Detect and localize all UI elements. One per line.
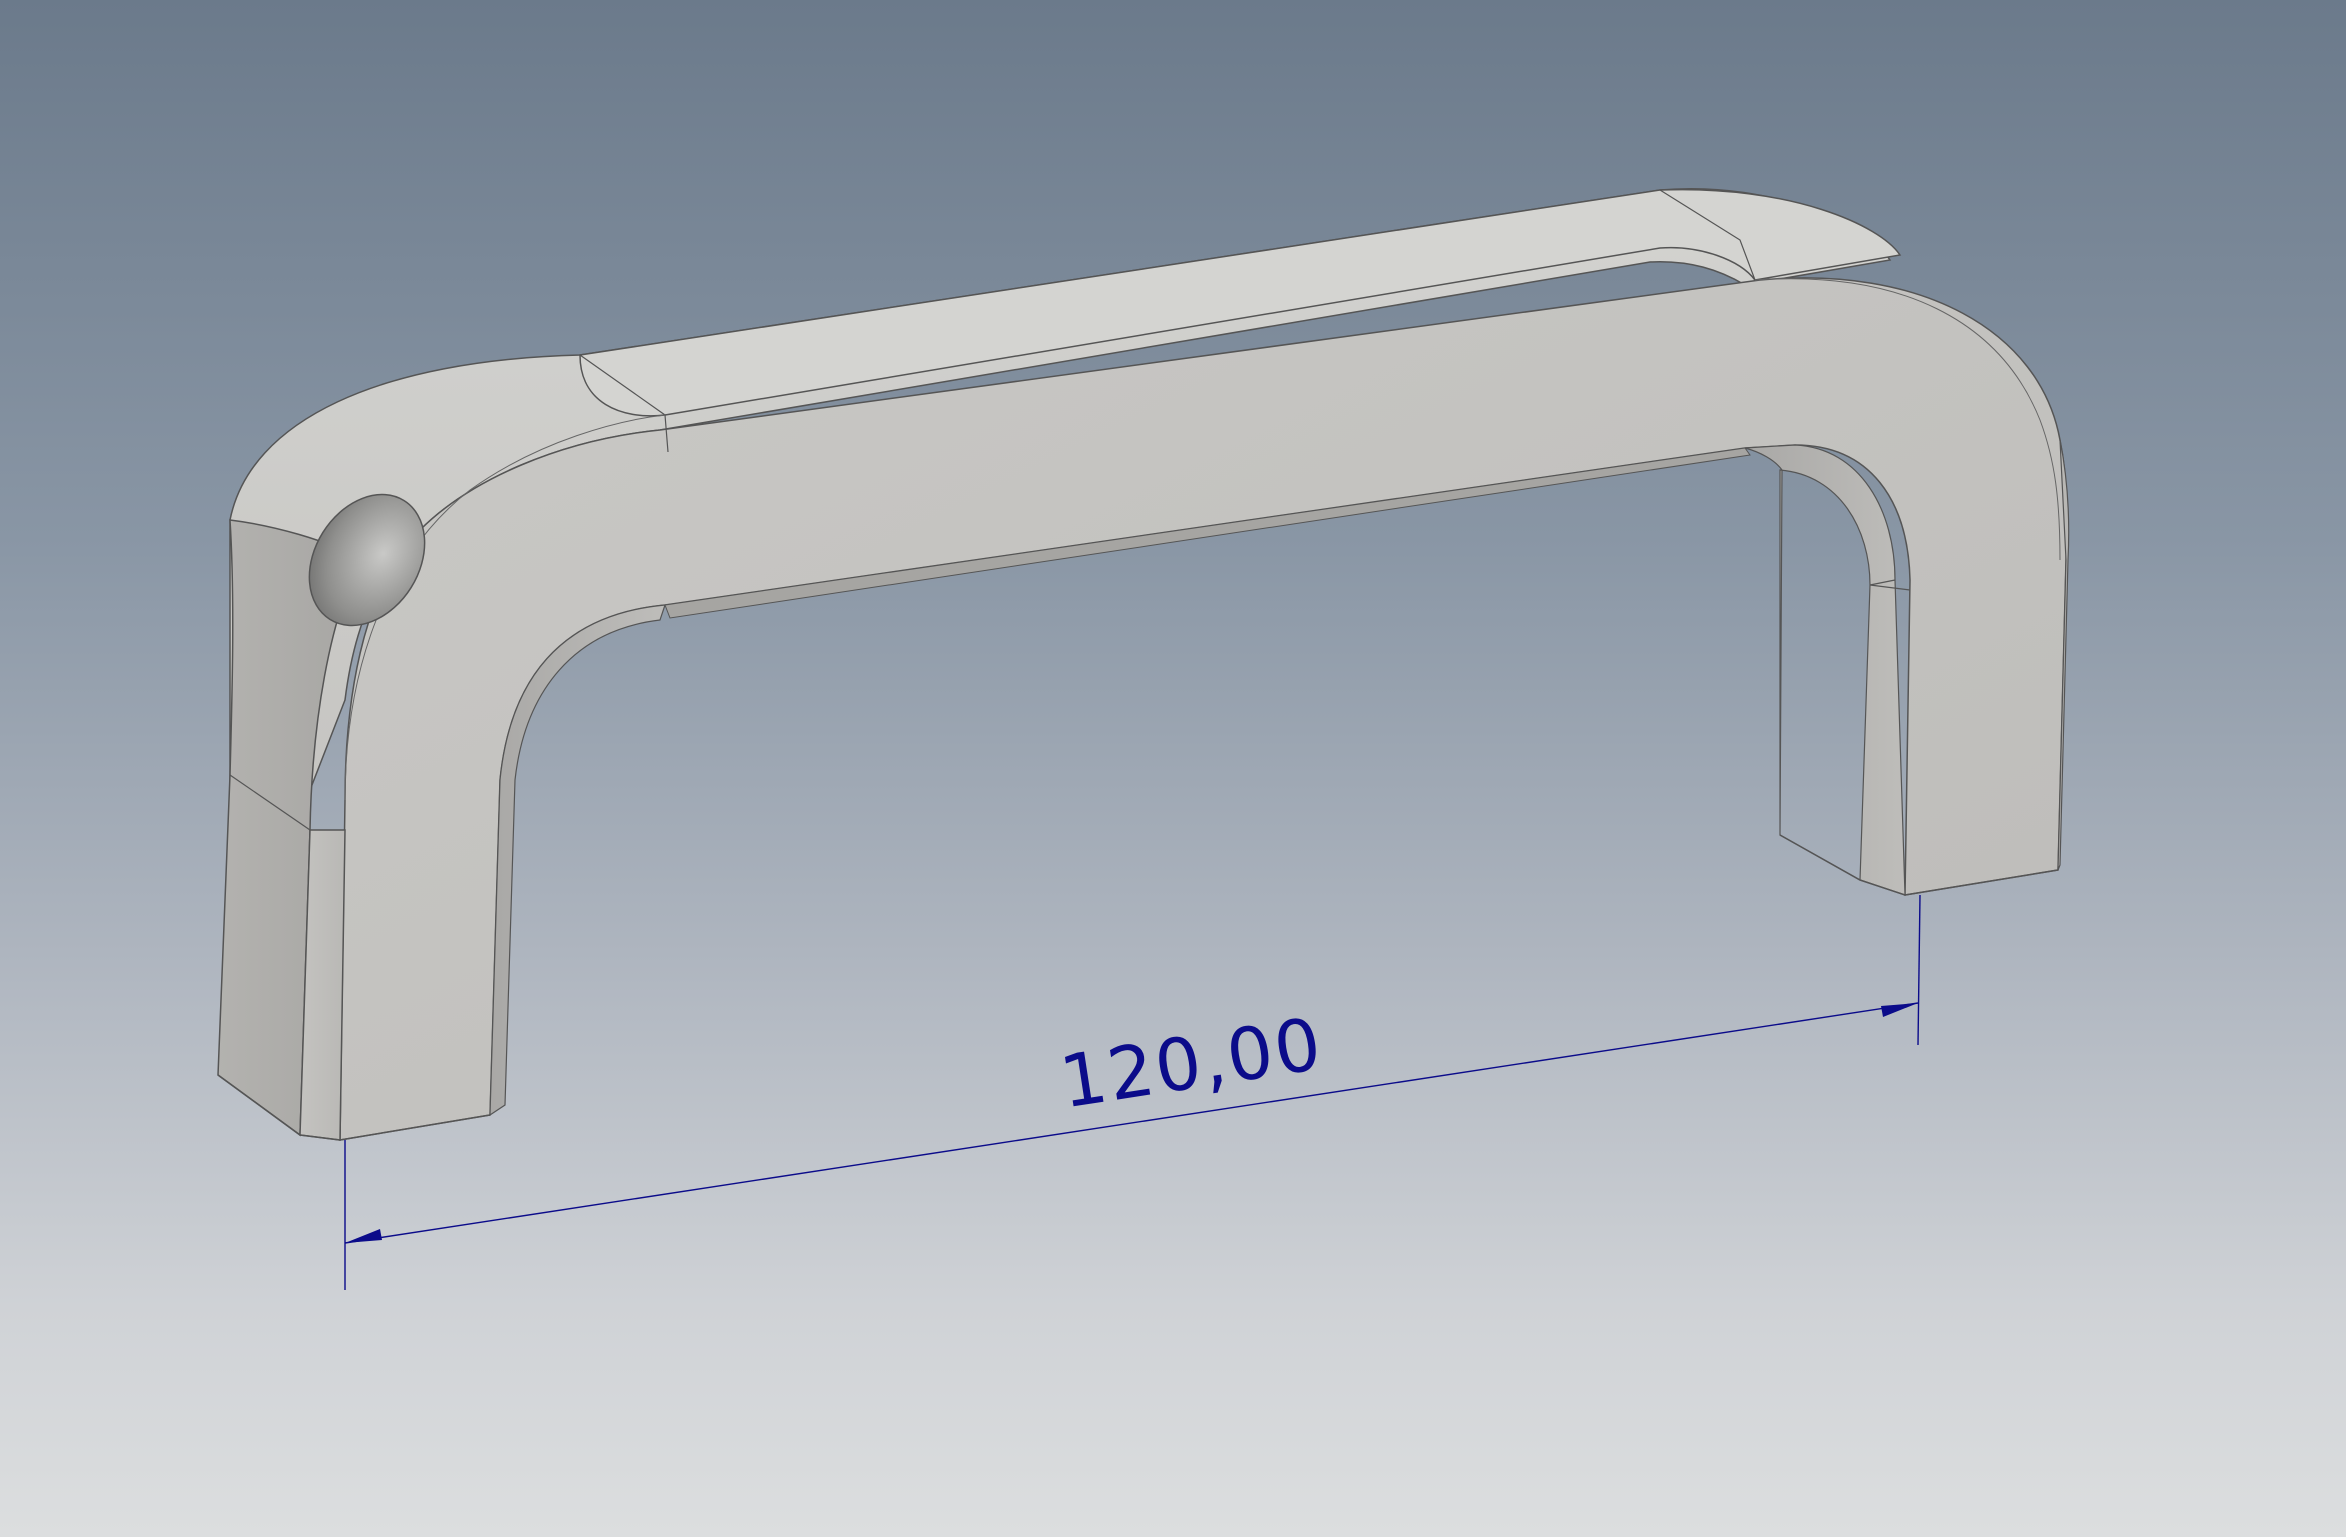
dimension-value[interactable]: 120,00 [1055, 1001, 1329, 1124]
dimension-arrow-right [1881, 1003, 1918, 1017]
dimension-annotation[interactable]: 120,00 [344, 894, 1921, 1290]
model-scene[interactable]: 120,00 [0, 0, 2346, 1537]
right-leg-inner[interactable] [1744, 444, 1906, 896]
dimension-arrow-left [345, 1229, 382, 1243]
cad-viewport[interactable]: 120,00 [0, 0, 2346, 1537]
extension-line-right [1917, 894, 1921, 1046]
